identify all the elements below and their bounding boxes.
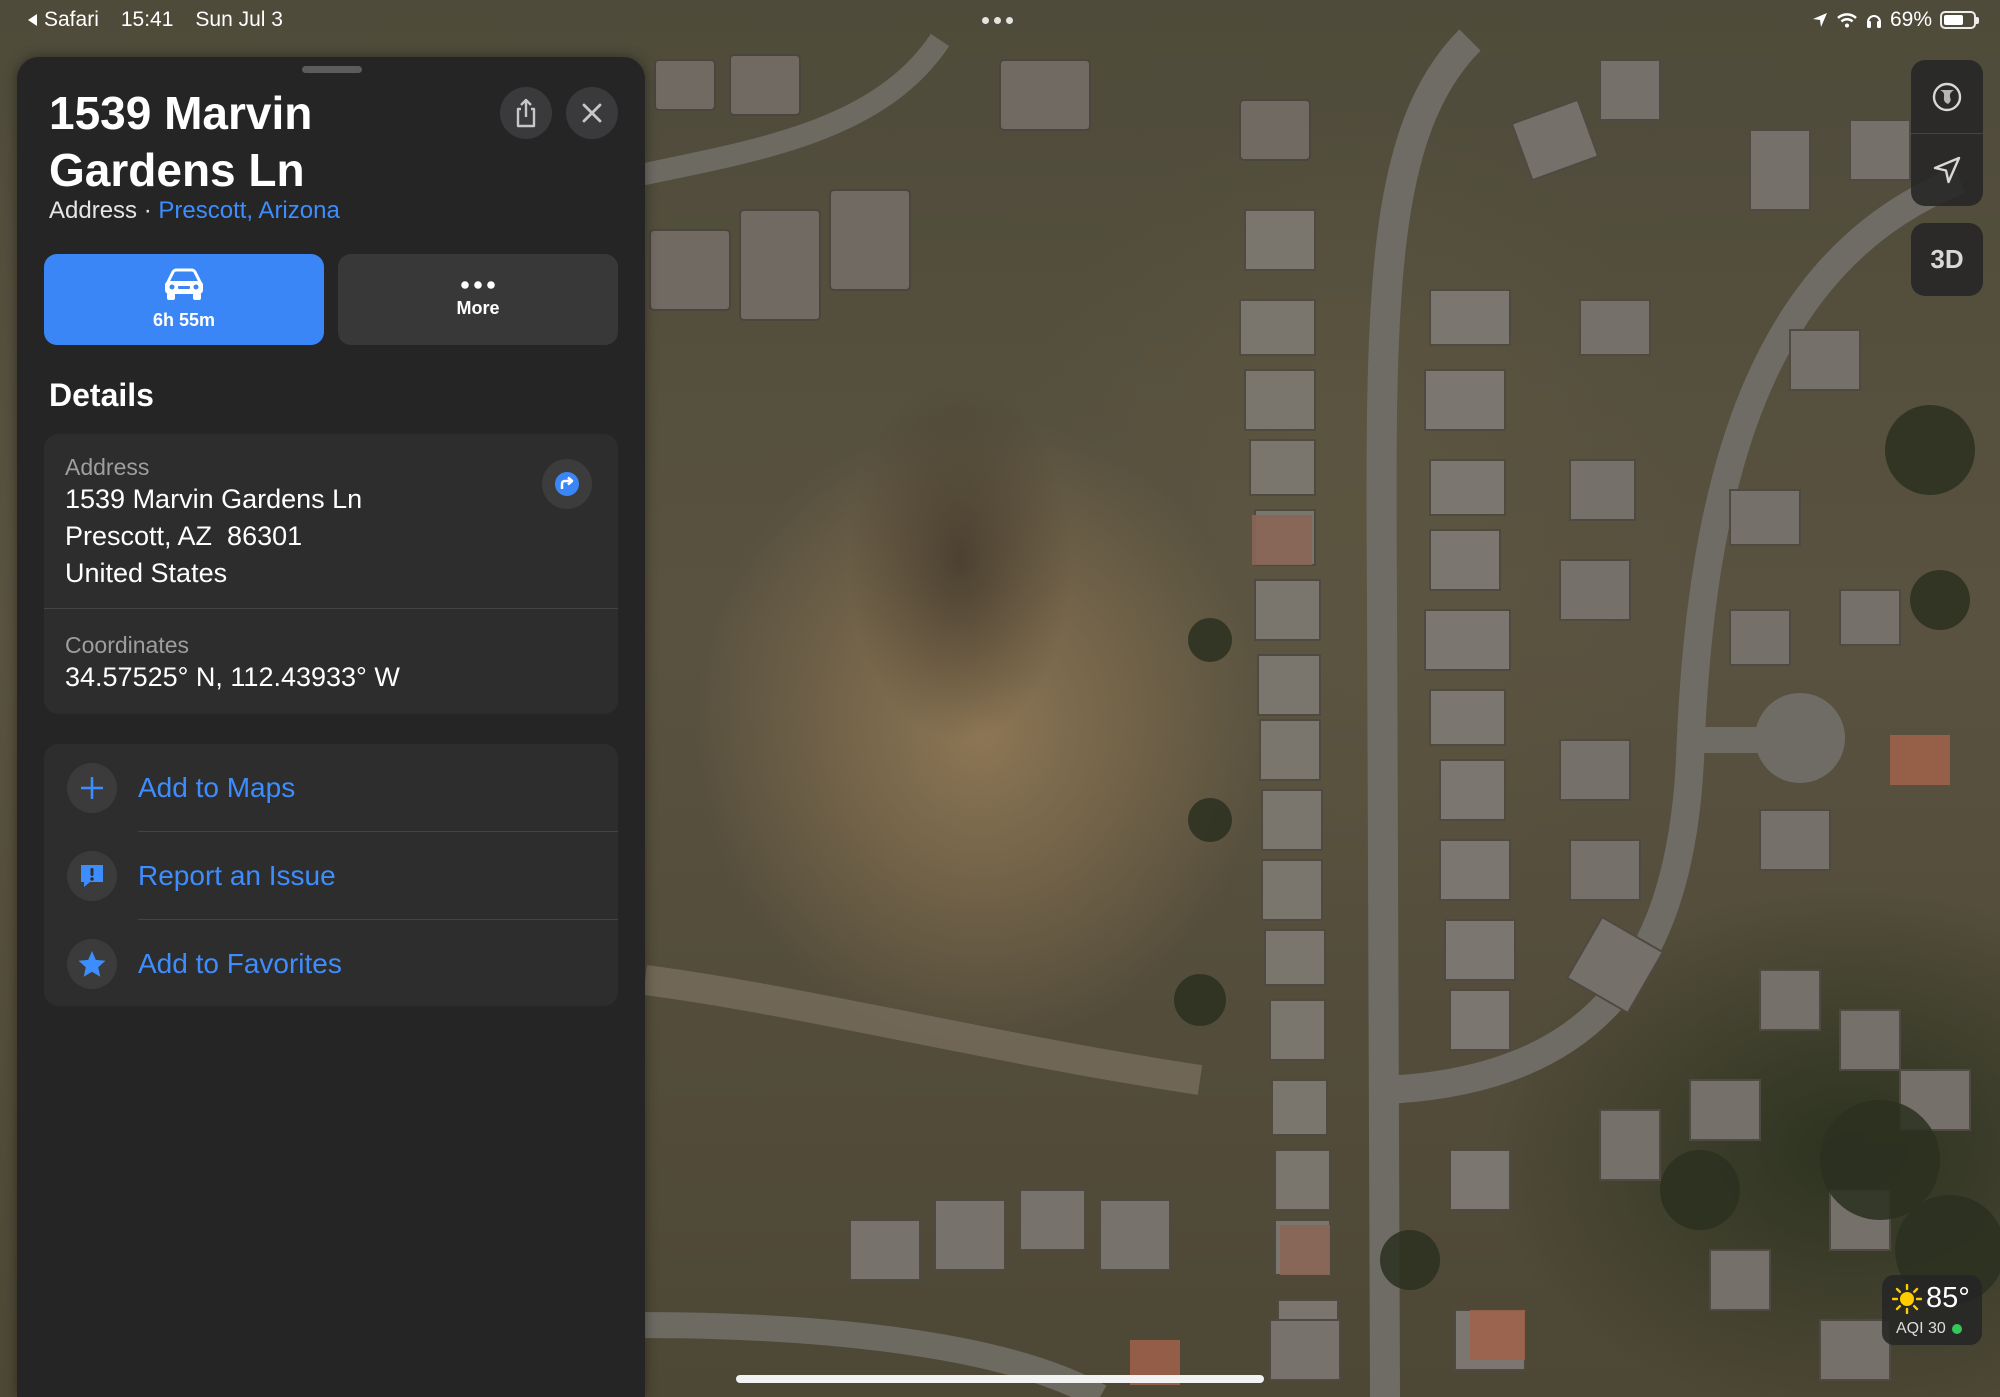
location-arrow-icon bbox=[1933, 156, 1961, 183]
map-mode-button[interactable] bbox=[1911, 60, 1983, 133]
status-date: Sun Jul 3 bbox=[195, 8, 283, 31]
current-location-button[interactable] bbox=[1911, 133, 1983, 206]
add-to-favorites-label: Add to Favorites bbox=[138, 947, 342, 979]
place-title: 1539 Marvin Gardens Ln bbox=[49, 87, 313, 196]
more-button[interactable]: More bbox=[338, 254, 618, 345]
back-triangle-icon bbox=[28, 14, 37, 26]
car-icon bbox=[165, 268, 203, 300]
home-indicator[interactable] bbox=[736, 1375, 1264, 1383]
star-icon bbox=[67, 938, 117, 989]
place-type: Address bbox=[49, 197, 138, 224]
coordinates-block[interactable]: Coordinates 34.57525° N, 112.43933° W bbox=[65, 632, 400, 696]
subtitle-separator: · bbox=[143, 197, 152, 224]
report-issue-row[interactable]: Report an Issue bbox=[44, 832, 618, 919]
battery-icon bbox=[1940, 11, 1979, 29]
location-arrow-icon bbox=[1812, 13, 1827, 27]
back-to-app-button[interactable]: Safari bbox=[26, 8, 99, 32]
add-to-maps-label: Add to Maps bbox=[138, 771, 296, 803]
wifi-icon bbox=[1837, 13, 1857, 28]
temperature: 85° bbox=[1926, 1282, 1970, 1314]
details-divider bbox=[44, 608, 618, 609]
multitasking-dots-icon[interactable] bbox=[982, 17, 1013, 24]
ellipsis-icon bbox=[461, 281, 495, 289]
add-to-favorites-row[interactable]: Add to Favorites bbox=[44, 920, 618, 1007]
add-to-maps-row[interactable]: Add to Maps bbox=[44, 744, 618, 831]
actions-card: Add to Maps Report an Issue Add to Favor… bbox=[44, 744, 618, 1006]
coordinates-label: Coordinates bbox=[65, 632, 190, 658]
report-icon bbox=[67, 850, 117, 901]
report-issue-label: Report an Issue bbox=[138, 859, 336, 891]
place-subtitle: Address · Prescott, Arizona bbox=[49, 197, 340, 225]
aqi-label: AQI 30 bbox=[1896, 1320, 1946, 1337]
coordinates-value: 34.57525° N, 112.43933° W bbox=[65, 662, 400, 692]
close-button[interactable] bbox=[566, 87, 618, 139]
address-line-3: United States bbox=[65, 558, 228, 588]
share-button[interactable] bbox=[500, 87, 552, 139]
battery-percent: 69% bbox=[1889, 8, 1932, 31]
directions-arrow-icon bbox=[555, 472, 579, 496]
weather-widget[interactable]: 85° AQI 30 bbox=[1882, 1275, 1982, 1345]
sun-icon bbox=[1892, 1283, 1922, 1314]
address-block[interactable]: Address 1539 Marvin Gardens Ln Prescott,… bbox=[65, 454, 362, 592]
plus-icon bbox=[67, 762, 117, 813]
locality-link[interactable]: Prescott, Arizona bbox=[158, 197, 339, 224]
3d-view-button[interactable]: 3D bbox=[1911, 223, 1983, 296]
back-app-label: Safari bbox=[44, 8, 99, 31]
map-controls bbox=[1911, 60, 1983, 206]
status-time: 15:41 bbox=[120, 8, 174, 31]
more-label: More bbox=[456, 298, 500, 318]
drive-directions-button[interactable]: 6h 55m bbox=[44, 254, 324, 345]
globe-icon bbox=[1932, 82, 1962, 111]
address-directions-button[interactable] bbox=[542, 459, 592, 509]
drive-time-label: 6h 55m bbox=[152, 310, 216, 330]
aqi-status-dot bbox=[1951, 1324, 1962, 1334]
address-line-1: 1539 Marvin Gardens Ln bbox=[65, 484, 363, 514]
address-label: Address bbox=[65, 454, 150, 480]
details-heading: Details bbox=[49, 377, 154, 413]
close-icon bbox=[582, 103, 602, 123]
address-line-2: Prescott, AZ 86301 bbox=[65, 521, 303, 551]
share-icon bbox=[516, 98, 536, 128]
panel-grabber[interactable] bbox=[302, 66, 362, 73]
status-bar: Safari 15:41 Sun Jul 3 69% bbox=[0, 0, 2000, 40]
headphones-icon bbox=[1866, 15, 1881, 28]
place-card-panel: 1539 Marvin Gardens Ln Address · Prescot… bbox=[17, 57, 645, 1397]
details-card: Address 1539 Marvin Gardens Ln Prescott,… bbox=[44, 434, 618, 714]
